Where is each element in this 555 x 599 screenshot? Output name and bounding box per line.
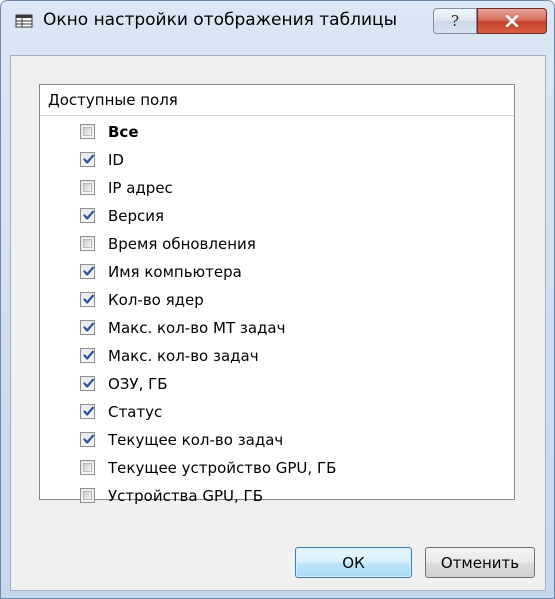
field-row[interactable]: Текущее кол-во задач [40, 426, 514, 454]
checkbox-checked[interactable] [80, 208, 95, 223]
checkbox-checked[interactable] [80, 404, 95, 419]
checkmark-icon [83, 210, 94, 220]
field-row[interactable]: Статус [40, 398, 514, 426]
field-label: Кол-во ядер [108, 291, 204, 309]
checkbox-checked[interactable] [80, 376, 95, 391]
checkbox-unchecked[interactable] [80, 460, 95, 475]
checkmark-icon [83, 322, 94, 332]
help-icon: ? [450, 12, 460, 30]
field-label: Имя компьютера [108, 263, 242, 281]
checkbox-checked[interactable] [80, 432, 95, 447]
field-label: Текущее устройство GPU, ГБ [108, 459, 337, 477]
checkbox-inner [83, 127, 92, 136]
field-label: IP адрес [108, 179, 173, 197]
checkbox-unchecked[interactable] [80, 124, 95, 139]
field-row[interactable]: Имя компьютера [40, 258, 514, 286]
window-title: Окно настройки отображения таблицы [43, 10, 397, 30]
field-label: Текущее кол-во задач [108, 431, 284, 449]
checkbox-unchecked[interactable] [80, 488, 95, 503]
ok-button[interactable]: ОК [295, 547, 412, 578]
checkbox-checked[interactable] [80, 292, 95, 307]
checkmark-icon [83, 406, 94, 416]
checkbox-unchecked[interactable] [80, 236, 95, 251]
checkbox-inner [83, 491, 92, 500]
field-row[interactable]: Кол-во ядер [40, 286, 514, 314]
dialog-body: Доступные поля Все ID IP адрес Версия Время … [10, 55, 546, 591]
field-row[interactable]: Все [40, 118, 514, 146]
checkmark-icon [83, 378, 94, 388]
checkbox-unchecked[interactable] [80, 180, 95, 195]
cancel-button[interactable]: Отменить [425, 547, 535, 578]
close-button[interactable] [477, 8, 547, 34]
checkbox-inner [83, 239, 92, 248]
field-label: Время обновления [108, 235, 256, 253]
field-row[interactable]: Версия [40, 202, 514, 230]
checkbox-checked[interactable] [80, 320, 95, 335]
field-row[interactable]: Время обновления [40, 230, 514, 258]
list-header: Доступные поля [40, 85, 514, 116]
field-row[interactable]: Текущее устройство GPU, ГБ [40, 454, 514, 482]
field-label: Устройства GPU, ГБ [108, 487, 263, 505]
title-bar[interactable]: Окно настройки отображения таблицы ? [1, 1, 554, 37]
field-label: Все [108, 123, 139, 141]
available-fields-list[interactable]: Доступные поля Все ID IP адрес Версия Время … [39, 84, 515, 505]
checkbox-checked[interactable] [80, 348, 95, 363]
field-row[interactable]: ОЗУ, ГБ [40, 370, 514, 398]
field-row[interactable]: Устройства GPU, ГБ [40, 482, 514, 510]
checkmark-icon [83, 154, 94, 164]
checkbox-checked[interactable] [80, 152, 95, 167]
field-label: Макс. кол-во задач [108, 347, 259, 365]
field-label: Статус [108, 403, 163, 421]
field-label: Макс. кол-во МТ задач [108, 319, 286, 337]
checkmark-icon [83, 266, 94, 276]
checkbox-inner [83, 183, 92, 192]
field-row[interactable]: Макс. кол-во МТ задач [40, 314, 514, 342]
close-icon [505, 12, 519, 31]
table-settings-icon [15, 13, 33, 29]
field-row[interactable]: IP адрес [40, 174, 514, 202]
field-label: ОЗУ, ГБ [108, 375, 168, 393]
checkmark-icon [83, 294, 94, 304]
checkmark-icon [83, 350, 94, 360]
checkbox-inner [83, 463, 92, 472]
help-button[interactable]: ? [433, 8, 477, 34]
field-label: Версия [108, 207, 165, 225]
checkmark-icon [83, 434, 94, 444]
field-label: ID [108, 151, 124, 169]
checkbox-checked[interactable] [80, 264, 95, 279]
field-row[interactable]: Макс. кол-во задач [40, 342, 514, 370]
settings-dialog: Окно настройки отображения таблицы ? Дос… [0, 0, 555, 599]
field-row[interactable]: ID [40, 146, 514, 174]
